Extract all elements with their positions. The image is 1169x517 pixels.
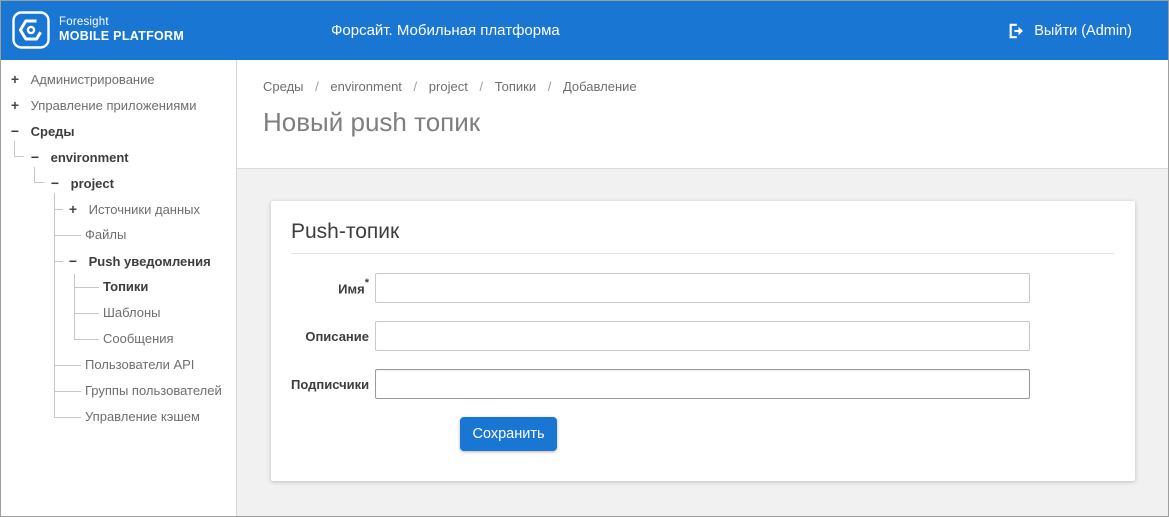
logout-icon [1007, 22, 1025, 40]
sidebar-item-push-notifications[interactable]: − Push уведомления [1, 248, 236, 274]
plus-icon[interactable]: + [67, 196, 79, 222]
description-field[interactable] [375, 321, 1030, 351]
logout-label: Выйти (Admin) [1034, 23, 1132, 39]
push-topic-form-card: Push-топик Имя* Описание Подписчики Сохр… [271, 201, 1135, 481]
breadcrumb-current-add: Добавление [563, 79, 637, 94]
sidebar-item-app-management[interactable]: + Управление приложениями [1, 92, 236, 118]
sidebar-item-cache-management[interactable]: Управление кэшем [1, 404, 236, 430]
sidebar-nav-tree: + Администрирование + Управление приложе… [1, 60, 237, 516]
sidebar-item-user-groups[interactable]: Группы пользователей [1, 378, 236, 404]
sidebar-item-label: project [71, 176, 114, 191]
subscribers-label: Подписчики [291, 377, 369, 392]
sidebar-item-label: Шаблоны [103, 305, 161, 320]
sidebar-item-messages[interactable]: Сообщения [1, 326, 236, 352]
page-title: Новый push топик [263, 107, 1168, 138]
brand-text: Foresight MOBILE PLATFORM [59, 15, 184, 45]
sidebar-item-label: Источники данных [89, 202, 200, 217]
app-window: Foresight MOBILE PLATFORM Форсайт. Мобил… [0, 0, 1169, 517]
breadcrumb-separator: / [548, 79, 552, 94]
breadcrumb-separator: / [315, 79, 319, 94]
subscribers-field[interactable] [375, 369, 1030, 399]
breadcrumb-environment[interactable]: environment [330, 79, 402, 94]
brand-logo[interactable]: Foresight MOBILE PLATFORM [12, 11, 184, 49]
sidebar-item-files[interactable]: Файлы [1, 222, 236, 248]
sidebar-item-data-sources[interactable]: + Источники данных [1, 196, 236, 222]
logout-button[interactable]: Выйти (Admin) [1007, 1, 1132, 60]
form-row-subscribers: Подписчики [291, 369, 1114, 399]
form-row-name: Имя* [291, 273, 1114, 303]
card-heading: Push-топик [291, 220, 1114, 244]
sidebar-item-label: Push уведомления [89, 254, 211, 269]
save-button[interactable]: Сохранить [460, 417, 557, 451]
sidebar-item-label: Группы пользователей [85, 383, 222, 398]
app-title: Форсайт. Мобильная платформа [331, 1, 560, 60]
foresight-logo-icon [12, 11, 50, 49]
name-label: Имя* [291, 279, 369, 296]
minus-icon[interactable]: − [67, 248, 79, 274]
card-divider [291, 253, 1114, 254]
page-header-bar: Среды / environment / project / Топики /… [237, 60, 1168, 169]
name-field[interactable] [375, 273, 1030, 303]
sidebar-item-label: Среды [31, 124, 75, 139]
sidebar-item-environments[interactable]: − Среды [1, 118, 236, 144]
minus-icon[interactable]: − [9, 118, 21, 144]
sidebar-item-administration[interactable]: + Администрирование [1, 66, 236, 92]
breadcrumb-topics[interactable]: Топики [495, 79, 536, 94]
breadcrumb-separator: / [414, 79, 418, 94]
sidebar-item-project[interactable]: − project [1, 170, 236, 196]
name-label-text: Имя [338, 282, 365, 297]
sidebar-item-api-users[interactable]: Пользователи API [1, 352, 236, 378]
push-topic-form: Имя* Описание Подписчики Сохранить [291, 273, 1114, 451]
plus-icon[interactable]: + [9, 92, 21, 118]
minus-icon[interactable]: − [49, 170, 61, 196]
sidebar-item-templates[interactable]: Шаблоны [1, 300, 236, 326]
sidebar-item-label: Управление приложениями [31, 98, 197, 113]
breadcrumb-project[interactable]: project [429, 79, 468, 94]
minus-icon[interactable]: − [29, 144, 41, 170]
breadcrumb: Среды / environment / project / Топики /… [263, 79, 1168, 94]
form-row-description: Описание [291, 321, 1114, 351]
sidebar-item-label: Управление кэшем [85, 409, 200, 424]
sidebar-item-label: Пользователи API [85, 357, 194, 372]
plus-icon[interactable]: + [9, 66, 21, 92]
sidebar-item-topics[interactable]: Топики [1, 274, 236, 300]
sidebar-item-label: environment [51, 150, 129, 165]
brand-name: Foresight [59, 15, 184, 29]
breadcrumb-separator: / [479, 79, 483, 94]
main-content: Среды / environment / project / Топики /… [237, 60, 1168, 516]
sidebar-item-label: Файлы [85, 227, 126, 242]
description-label: Описание [291, 329, 369, 344]
sidebar-item-environment[interactable]: − environment [1, 144, 236, 170]
required-asterisk: * [365, 277, 369, 289]
brand-product: MOBILE PLATFORM [59, 29, 184, 45]
sidebar-item-label: Сообщения [103, 331, 174, 346]
sidebar-item-label: Администрирование [31, 72, 155, 87]
top-header: Foresight MOBILE PLATFORM Форсайт. Мобил… [1, 1, 1168, 60]
sidebar-item-label: Топики [103, 279, 148, 294]
breadcrumb-environments[interactable]: Среды [263, 79, 304, 94]
